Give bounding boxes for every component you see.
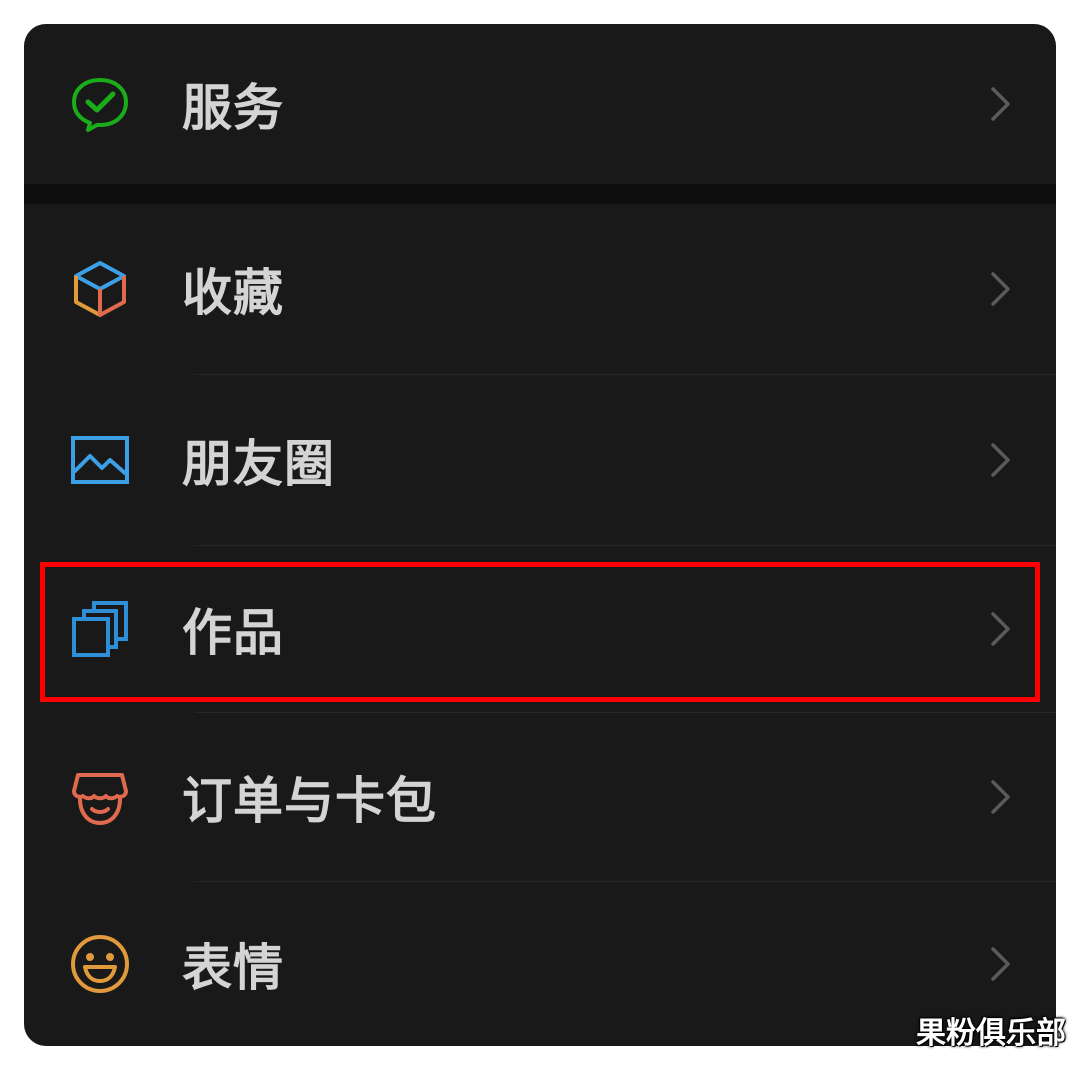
chevron-right-icon xyxy=(988,84,1014,124)
menu-item-label: 表情 xyxy=(182,939,284,997)
menu-item-orders-cards[interactable]: 订单与卡包 xyxy=(24,713,1056,881)
chevron-right-icon xyxy=(988,440,1014,480)
menu-item-label: 收藏 xyxy=(182,264,284,322)
chevron-right-icon xyxy=(988,944,1014,984)
cube-favorites-icon xyxy=(68,257,132,321)
menu-item-label: 订单与卡包 xyxy=(182,772,437,830)
section-gap xyxy=(24,184,1056,204)
photo-moments-icon xyxy=(68,428,132,492)
menu-item-services[interactable]: 服务 xyxy=(24,24,1056,184)
menu-item-label: 服务 xyxy=(182,79,284,137)
smiley-face-icon xyxy=(68,932,132,996)
highlight-box xyxy=(40,562,1040,702)
menu-item-favorites[interactable]: 收藏 xyxy=(24,204,1056,374)
chevron-right-icon xyxy=(988,269,1014,309)
shop-awning-icon xyxy=(68,765,132,829)
me-menu-panel: 服务 收藏 朋友圈 作品 订单与卡包 表情 xyxy=(24,24,1056,1046)
wechat-pay-icon xyxy=(68,72,132,136)
chevron-right-icon xyxy=(988,777,1014,817)
menu-item-label: 朋友圈 xyxy=(182,435,335,493)
menu-item-moments[interactable]: 朋友圈 xyxy=(24,375,1056,545)
watermark-text: 果粉俱乐部 xyxy=(916,1016,1066,1051)
menu-item-stickers[interactable]: 表情 xyxy=(24,882,1056,1046)
